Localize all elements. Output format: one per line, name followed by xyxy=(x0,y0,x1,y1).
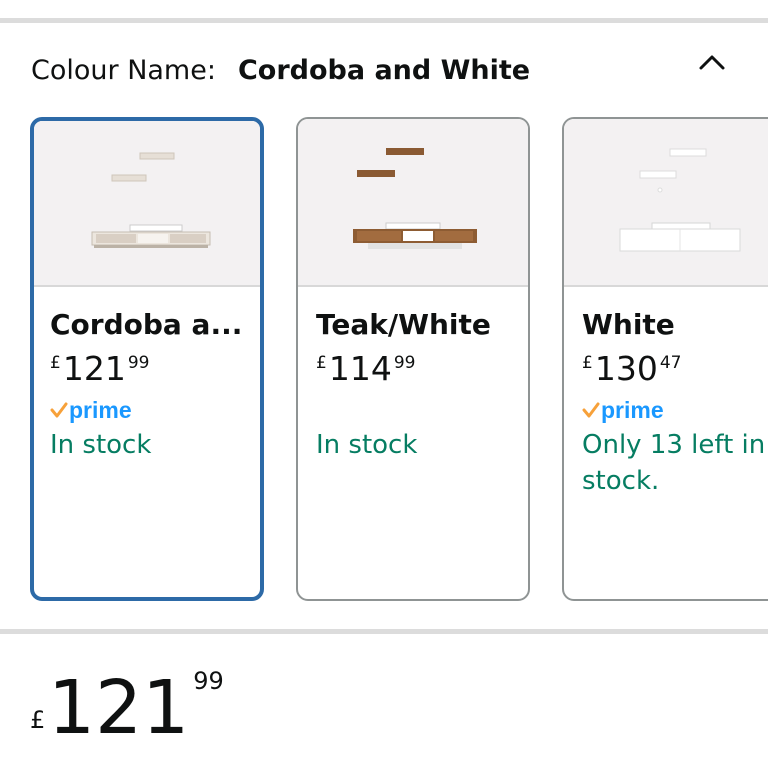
top-divider xyxy=(0,18,768,23)
price-whole: 121 xyxy=(48,665,190,751)
colour-swatch-carousel[interactable]: Cordoba a... £121 99 prime In stock Teak… xyxy=(30,117,768,602)
swatch-title: Cordoba a... xyxy=(50,308,243,341)
product-price: £121 99 xyxy=(30,665,224,751)
prime-check-icon xyxy=(582,402,600,418)
price-currency: £ xyxy=(316,353,327,373)
swatch-cordoba-and-white[interactable]: Cordoba a... £121 99 prime In stock xyxy=(30,117,264,601)
prime-check-icon xyxy=(50,402,68,418)
swatch-title: Teak/White xyxy=(316,308,491,341)
swatch-image xyxy=(298,119,528,287)
prime-badge: prime xyxy=(582,395,768,425)
swatch-details: Cordoba a... £121 99 prime In stock xyxy=(50,305,256,463)
stock-status: In stock xyxy=(316,430,418,460)
price-fraction: 99 xyxy=(127,353,150,373)
collapse-colour-button[interactable] xyxy=(690,40,734,84)
tv-stand-teak-image xyxy=(353,148,477,249)
prime-badge: prime xyxy=(50,395,256,425)
swatch-price: £114 99 xyxy=(316,349,524,389)
price-currency: £ xyxy=(582,353,593,373)
stock-status: In stock xyxy=(50,430,152,460)
section-divider xyxy=(0,629,768,634)
prime-label: prime xyxy=(69,396,132,423)
price-fraction: 99 xyxy=(393,353,416,373)
tv-stand-cordoba-image xyxy=(91,152,211,248)
swatch-image xyxy=(34,121,260,287)
swatch-price: £121 99 xyxy=(50,349,256,389)
colour-selection-row: Colour Name: Cordoba and White xyxy=(31,48,768,92)
swatch-image xyxy=(564,119,768,287)
tv-stand-white-image xyxy=(619,148,741,252)
price-whole: 121 xyxy=(62,349,126,388)
price-fraction: 99 xyxy=(193,667,224,695)
price-fraction: 47 xyxy=(659,353,682,373)
swatch-price: £130 47 xyxy=(582,349,768,389)
swatch-teak-white[interactable]: Teak/White £114 99 In stock xyxy=(296,117,530,601)
price-whole: 130 xyxy=(594,349,658,388)
swatch-white[interactable]: White £130 47 prime Only 13 left in stock… xyxy=(562,117,768,601)
colour-name-value: Cordoba and White xyxy=(237,54,531,86)
price-whole: 114 xyxy=(328,349,392,388)
colour-name-label: Colour Name: xyxy=(31,54,216,86)
stock-status: Only 13 left in stock. xyxy=(582,430,766,496)
variation-panel: Colour Name: Cordoba and White Cordoba a… xyxy=(0,0,768,766)
price-currency: £ xyxy=(30,706,46,734)
price-currency: £ xyxy=(50,353,61,373)
swatch-details: Teak/White £114 99 In stock xyxy=(316,305,524,463)
prime-label: prime xyxy=(601,396,664,423)
swatch-title: White xyxy=(582,308,675,341)
swatch-details: White £130 47 prime Only 13 left in stock… xyxy=(582,305,768,499)
chevron-up-icon xyxy=(699,55,725,70)
